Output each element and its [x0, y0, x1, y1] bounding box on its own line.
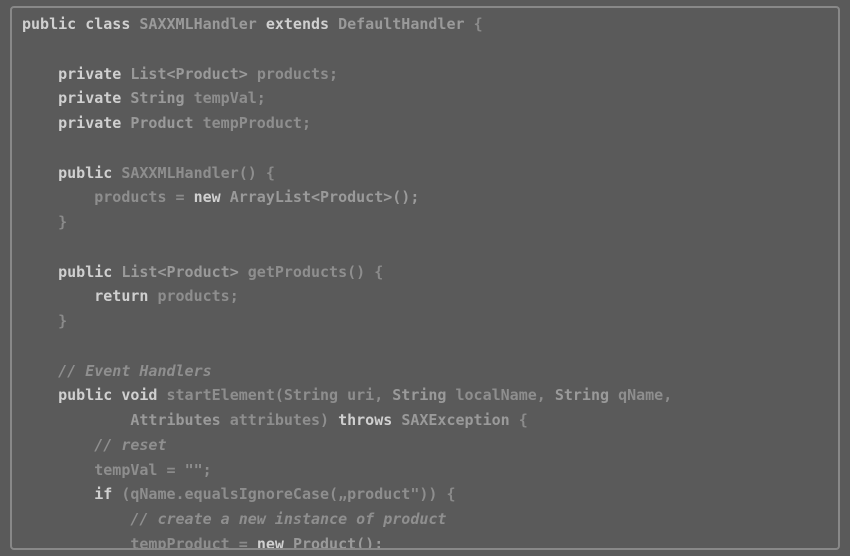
brace: { — [374, 263, 383, 281]
string: ""; — [185, 461, 212, 479]
type: SAXException — [401, 411, 509, 429]
field: tempProduct; — [203, 114, 311, 132]
field: products; — [257, 65, 338, 83]
param: qName, — [618, 386, 672, 404]
kw-new: new — [257, 535, 284, 550]
op: = — [167, 461, 176, 479]
param: uri, — [347, 386, 383, 404]
type: String — [130, 89, 184, 107]
method: getProducts() — [248, 263, 365, 281]
kw-public: public — [58, 164, 112, 182]
class-name: SAXXMLHandler — [139, 15, 256, 33]
method: startElement(String — [167, 386, 339, 404]
kw-new: new — [194, 188, 221, 206]
type: ArrayList<Product>(); — [230, 188, 420, 206]
kw-throws: throws — [338, 411, 392, 429]
kw-class: class — [85, 15, 130, 33]
ident: products — [94, 188, 166, 206]
comment: // Event Handlers — [58, 362, 212, 380]
superclass: DefaultHandler — [338, 15, 464, 33]
code-slide: public class SAXXMLHandler extends Defau… — [0, 0, 850, 556]
type: Attributes — [130, 411, 220, 429]
kw-public: public — [58, 263, 112, 281]
brace: { — [519, 411, 528, 429]
type: Product(); — [293, 535, 383, 550]
comment: // create a new instance of product — [130, 510, 446, 528]
brace: } — [58, 213, 67, 231]
code-block: public class SAXXMLHandler extends Defau… — [22, 12, 828, 550]
ident: products; — [157, 287, 238, 305]
type: String — [555, 386, 609, 404]
op: = — [176, 188, 185, 206]
op: = — [239, 535, 248, 550]
brace: { — [266, 164, 275, 182]
kw-return: return — [94, 287, 148, 305]
kw-public: public — [22, 15, 76, 33]
ident: tempProduct — [130, 535, 229, 550]
comment: // reset — [94, 436, 166, 454]
field: tempVal; — [194, 89, 266, 107]
code-frame: public class SAXXMLHandler extends Defau… — [10, 6, 840, 550]
kw-private: private — [58, 65, 121, 83]
expr: (qName.equalsIgnoreCase(„product")) — [121, 485, 437, 503]
brace: { — [446, 485, 455, 503]
kw-private: private — [58, 114, 121, 132]
kw-extends: extends — [266, 15, 329, 33]
brace: } — [58, 312, 67, 330]
type: List<Product> — [130, 65, 247, 83]
kw-public: public — [58, 386, 112, 404]
kw-void: void — [121, 386, 157, 404]
param: attributes) — [230, 411, 329, 429]
brace: { — [474, 15, 483, 33]
param: localName, — [456, 386, 546, 404]
kw-if: if — [94, 485, 112, 503]
ident: tempVal — [94, 461, 157, 479]
ctor: SAXXMLHandler() — [121, 164, 256, 182]
type: List<Product> — [121, 263, 238, 281]
type: String — [392, 386, 446, 404]
type: Product — [130, 114, 193, 132]
kw-private: private — [58, 89, 121, 107]
